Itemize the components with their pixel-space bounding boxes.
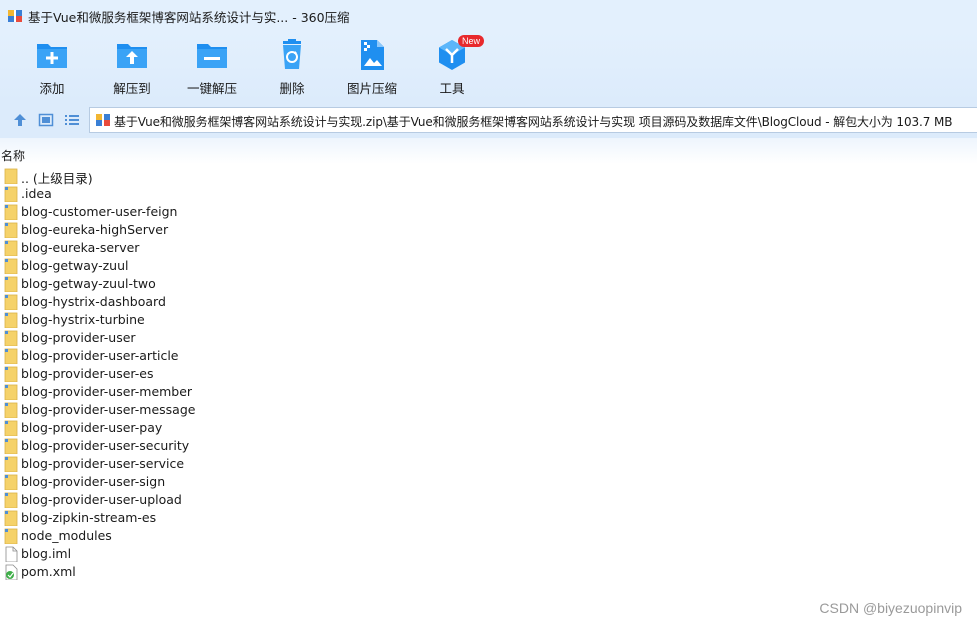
list-item[interactable]: blog-provider-user-article bbox=[0, 347, 977, 365]
file-name: blog-hystrix-turbine bbox=[21, 312, 145, 327]
file-name: blog-provider-user-article bbox=[21, 348, 179, 363]
list-item[interactable]: blog-provider-user-security bbox=[0, 437, 977, 455]
list-item[interactable]: blog-provider-user-pay bbox=[0, 419, 977, 437]
new-badge: New bbox=[458, 35, 485, 47]
file-name: blog-provider-user-sign bbox=[21, 474, 166, 489]
list-item[interactable]: blog-eureka-highServer bbox=[0, 221, 977, 239]
parent-folder-icon bbox=[4, 168, 18, 184]
xml-file-icon bbox=[5, 564, 18, 580]
address-bar: 基于Vue和微服务框架博客网站系统设计与实现.zip\基于Vue和微服务框架博客… bbox=[0, 102, 977, 138]
list-item[interactable]: blog-provider-user-sign bbox=[0, 473, 977, 491]
file-name: blog-provider-user-pay bbox=[21, 420, 163, 435]
add-folder-icon bbox=[37, 44, 67, 68]
folder-icon bbox=[4, 330, 18, 346]
file-name: blog-provider-user-security bbox=[21, 438, 190, 453]
file-name: blog-hystrix-dashboard bbox=[21, 294, 166, 309]
list-item[interactable]: blog-getway-zuul bbox=[0, 257, 977, 275]
file-name: blog-eureka-highServer bbox=[21, 222, 169, 237]
folder-icon bbox=[4, 294, 18, 310]
list-item[interactable]: blog-provider-user-member bbox=[0, 383, 977, 401]
list-item[interactable]: pom.xml bbox=[0, 563, 977, 581]
file-name: blog-provider-user-upload bbox=[21, 492, 182, 507]
list-item[interactable]: blog.iml bbox=[0, 545, 977, 563]
file-name: blog-provider-user bbox=[21, 330, 136, 345]
file-name: blog-getway-zuul bbox=[21, 258, 129, 273]
add-button[interactable]: 添加 bbox=[12, 38, 92, 98]
image-compress-icon bbox=[361, 40, 384, 70]
file-name: blog-provider-user-message bbox=[21, 402, 196, 417]
toolbar: 添加 解压到 一键解压 删除 图片压缩 New 工具 bbox=[0, 32, 977, 102]
folder-icon bbox=[4, 222, 18, 238]
folder-icon bbox=[4, 366, 18, 382]
zip-archive-icon bbox=[96, 114, 110, 126]
file-name: blog-provider-user-es bbox=[21, 366, 154, 381]
list-item[interactable]: blog-zipkin-stream-es bbox=[0, 509, 977, 527]
extract-to-button[interactable]: 解压到 bbox=[92, 38, 172, 98]
folder-icon bbox=[4, 528, 18, 544]
recycle-delete-icon bbox=[283, 39, 301, 69]
list-item[interactable]: blog-hystrix-turbine bbox=[0, 311, 977, 329]
folder-icon bbox=[4, 204, 18, 220]
folder-icon bbox=[4, 510, 18, 526]
list-item[interactable]: blog-provider-user-service bbox=[0, 455, 977, 473]
folder-icon bbox=[4, 438, 18, 454]
list-item[interactable]: blog-provider-user-message bbox=[0, 401, 977, 419]
extract-to-icon bbox=[117, 44, 147, 68]
list-item[interactable]: blog-hystrix-dashboard bbox=[0, 293, 977, 311]
file-name: blog-customer-user-feign bbox=[21, 204, 178, 219]
address-path: 基于Vue和微服务框架博客网站系统设计与实现.zip\基于Vue和微服务框架博客… bbox=[114, 115, 953, 129]
folder-icon bbox=[4, 348, 18, 364]
tools-button[interactable]: New 工具 bbox=[412, 35, 492, 98]
one-click-extract-icon bbox=[197, 44, 227, 68]
list-item[interactable]: node_modules bbox=[0, 527, 977, 545]
address-field[interactable]: 基于Vue和微服务框架博客网站系统设计与实现.zip\基于Vue和微服务框架博客… bbox=[89, 107, 977, 133]
file-name: node_modules bbox=[21, 528, 112, 543]
list-item[interactable]: blog-customer-user-feign bbox=[0, 203, 977, 221]
list-item[interactable]: .idea bbox=[0, 185, 977, 203]
list-item[interactable]: blog-provider-user-es bbox=[0, 365, 977, 383]
column-name-header[interactable]: 名称 bbox=[1, 147, 25, 164]
column-header: 名称 bbox=[0, 138, 977, 164]
folder-icon bbox=[4, 186, 18, 202]
file-name: blog.iml bbox=[21, 546, 72, 561]
folder-icon bbox=[4, 312, 18, 328]
list-view-icon[interactable] bbox=[64, 112, 80, 128]
thumbnail-view-icon[interactable] bbox=[38, 112, 54, 128]
folder-icon bbox=[4, 258, 18, 274]
folder-icon bbox=[4, 402, 18, 418]
list-item[interactable]: blog-getway-zuul-two bbox=[0, 275, 977, 293]
image-compress-button[interactable]: 图片压缩 bbox=[332, 38, 412, 98]
folder-icon bbox=[4, 420, 18, 436]
file-list: 名称 .. (上级目录) .idea blog-customer-user-feig… bbox=[0, 138, 977, 625]
file-name: .idea bbox=[21, 186, 52, 201]
list-item[interactable]: .. (上级目录) bbox=[0, 167, 977, 186]
one-click-extract-button[interactable]: 一键解压 bbox=[172, 38, 252, 98]
file-name: blog-provider-user-member bbox=[21, 384, 193, 399]
folder-icon bbox=[4, 492, 18, 508]
up-arrow-icon[interactable] bbox=[12, 112, 28, 128]
file-name: blog-getway-zuul-two bbox=[21, 276, 156, 291]
file-icon bbox=[5, 546, 18, 562]
folder-icon bbox=[4, 384, 18, 400]
list-item[interactable]: blog-eureka-server bbox=[0, 239, 977, 257]
file-name: blog-zipkin-stream-es bbox=[21, 510, 157, 525]
archive-app-icon bbox=[8, 10, 22, 22]
file-name: pom.xml bbox=[21, 564, 76, 579]
file-name: blog-eureka-server bbox=[21, 240, 140, 255]
folder-icon bbox=[4, 240, 18, 256]
list-item[interactable]: blog-provider-user-upload bbox=[0, 491, 977, 509]
watermark: CSDN @biyezuopinvip bbox=[819, 600, 962, 616]
folder-icon bbox=[4, 474, 18, 490]
window-title: 基于Vue和微服务框架博客网站系统设计与实... - 360压缩 bbox=[28, 10, 350, 25]
title-bar: 基于Vue和微服务框架博客网站系统设计与实... - 360压缩 bbox=[0, 0, 977, 32]
delete-button[interactable]: 删除 bbox=[252, 38, 332, 98]
folder-icon bbox=[4, 276, 18, 292]
list-item[interactable]: blog-provider-user bbox=[0, 329, 977, 347]
file-name: blog-provider-user-service bbox=[21, 456, 185, 471]
folder-icon bbox=[4, 456, 18, 472]
